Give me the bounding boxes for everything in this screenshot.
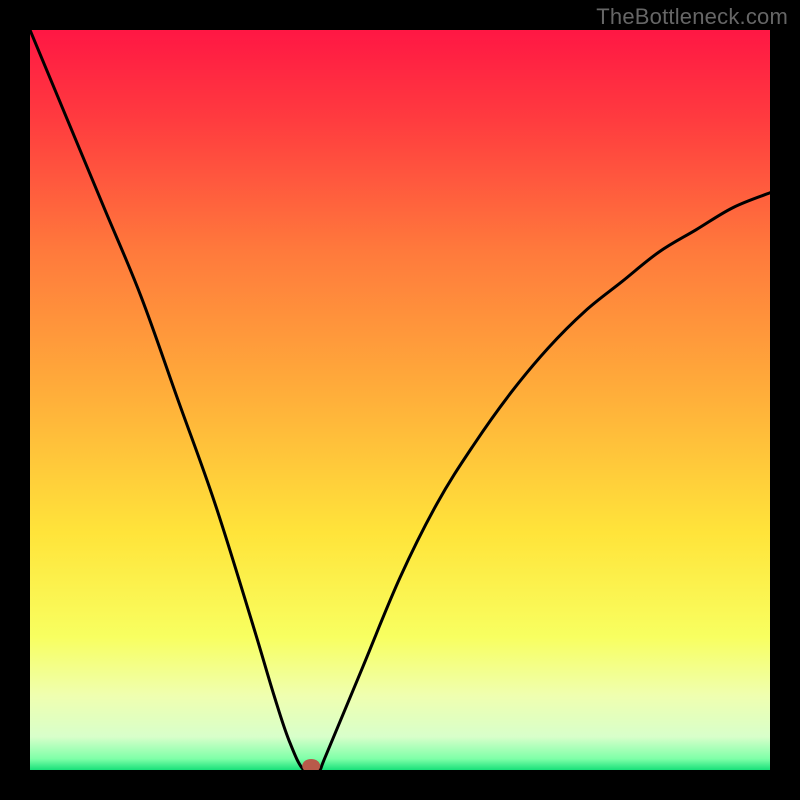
gradient-background — [30, 30, 770, 770]
chart-frame: TheBottleneck.com — [0, 0, 800, 800]
watermark-text: TheBottleneck.com — [596, 4, 788, 30]
chart-svg — [30, 30, 770, 770]
plot-area — [30, 30, 770, 770]
